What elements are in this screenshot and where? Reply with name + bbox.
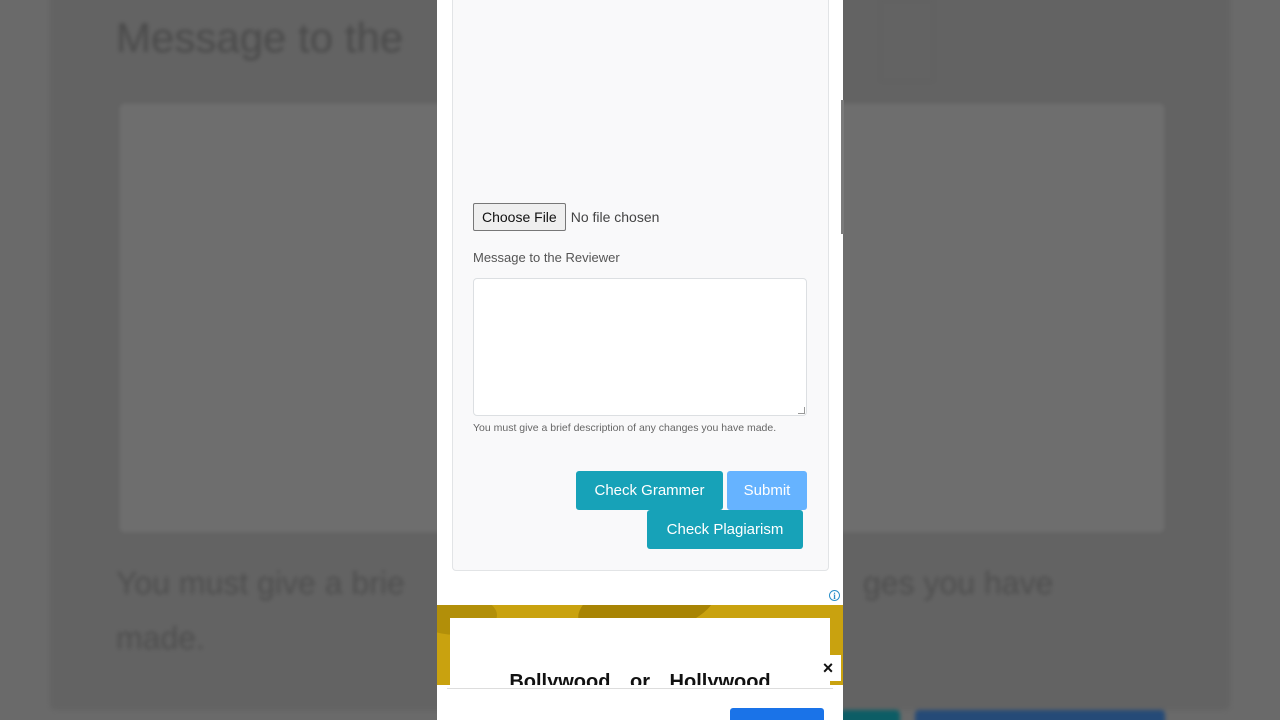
file-status-text: No file chosen: [570, 209, 660, 225]
help-text: You must give a brief description of any…: [473, 422, 777, 434]
ad-action-button[interactable]: [730, 708, 824, 720]
submit-button[interactable]: Submit: [727, 471, 807, 510]
ad-headline: Bollywood or Hollywood: [509, 671, 771, 685]
bg-button-left: [840, 710, 900, 720]
resize-handle[interactable]: [798, 407, 805, 414]
bg-help-line2: made.: [116, 620, 205, 656]
bg-help-left: You must give a brie: [116, 565, 405, 601]
bg-help-right: ges you have: [863, 565, 1054, 601]
close-icon[interactable]: ×: [815, 655, 841, 681]
check-grammar-button[interactable]: Check Grammer: [576, 471, 723, 510]
ad-banner[interactable]: Bollywood or Hollywood: [437, 605, 843, 685]
choose-file-button[interactable]: Choose File: [473, 203, 566, 231]
message-textarea[interactable]: [473, 278, 807, 416]
divider: [447, 688, 833, 689]
check-plagiarism-button[interactable]: Check Plagiarism: [647, 510, 803, 549]
scrollbar-thumb[interactable]: [841, 100, 844, 234]
bg-decor-box: [880, 0, 934, 82]
mobile-viewport: Choose File No file chosen Message to th…: [437, 0, 843, 720]
bg-button-right: [915, 710, 1165, 720]
message-label: Message to the Reviewer: [473, 250, 620, 265]
bottom-ad-strip: [437, 685, 843, 720]
bg-title: Message to the: [116, 14, 404, 61]
file-upload-row: Choose File No file chosen: [473, 203, 659, 231]
ad-info-icon[interactable]: i: [829, 590, 840, 601]
